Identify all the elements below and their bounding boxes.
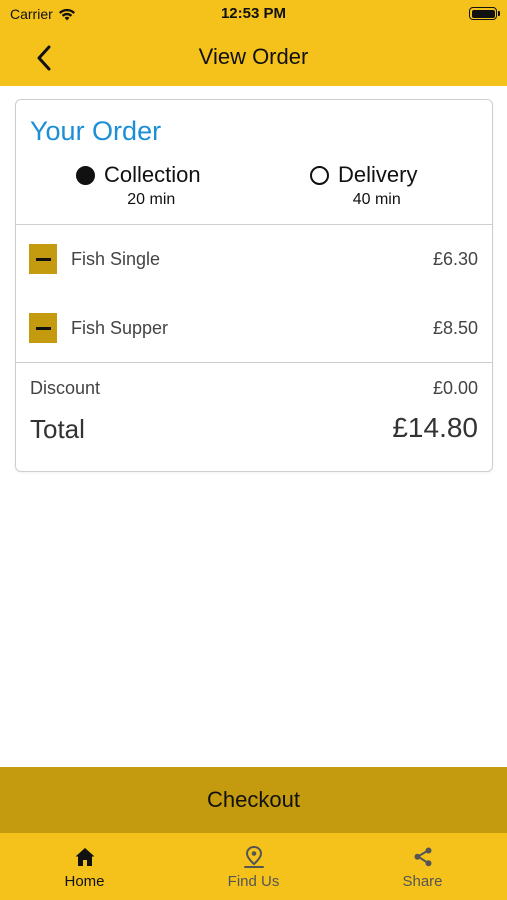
delivery-radio[interactable] (310, 165, 329, 185)
item-price: £8.50 (432, 317, 478, 338)
share-icon (411, 845, 435, 869)
page-title: View Order (198, 44, 309, 69)
tab-home[interactable]: Home (0, 833, 169, 900)
order-title: Your Order (30, 116, 162, 146)
total-label: Total (30, 414, 85, 444)
discount-label: Discount (30, 378, 101, 398)
tab-find-us[interactable]: Find Us (169, 833, 338, 900)
minus-icon (35, 257, 51, 261)
tab-share[interactable]: Share (338, 833, 507, 900)
total-value: £14.80 (392, 412, 478, 443)
tab-home-label: Home (64, 873, 105, 890)
tab-bar: Home Find Us Share (0, 833, 507, 900)
collection-label: Collection (104, 162, 201, 187)
divider (16, 224, 492, 225)
discount-value: £0.00 (432, 378, 478, 398)
delivery-time: 40 min (352, 191, 401, 208)
status-time: 12:53 PM (220, 5, 287, 22)
remove-item-button[interactable] (29, 244, 57, 274)
battery-icon (469, 7, 500, 20)
collection-radio[interactable] (76, 165, 95, 185)
checkout-button[interactable]: Checkout (0, 767, 507, 833)
location-pin-icon (242, 845, 266, 869)
item-name: Fish Single (71, 248, 161, 269)
home-icon (73, 845, 97, 869)
tab-share-label: Share (402, 873, 443, 890)
collection-time: 20 min (127, 191, 176, 208)
divider (16, 362, 492, 363)
delivery-label: Delivery (338, 162, 418, 187)
status-bar: Carrier 12:53 PM (0, 0, 507, 30)
collection-option[interactable]: Collection 20 min (76, 162, 201, 209)
navigation-bar: View Order (0, 30, 507, 86)
item-price: £6.30 (432, 248, 478, 269)
order-item-row: Fish Single £6.30 (16, 239, 492, 279)
remove-item-button[interactable] (29, 313, 57, 343)
delivery-option[interactable]: Delivery 40 min (310, 162, 417, 209)
order-card: Your Order Collection 20 min Delivery 40… (15, 99, 493, 472)
tab-find-us-label: Find Us (227, 873, 280, 890)
item-name: Fish Supper (71, 317, 169, 338)
order-item-row: Fish Supper £8.50 (16, 308, 492, 348)
minus-icon (35, 326, 51, 330)
